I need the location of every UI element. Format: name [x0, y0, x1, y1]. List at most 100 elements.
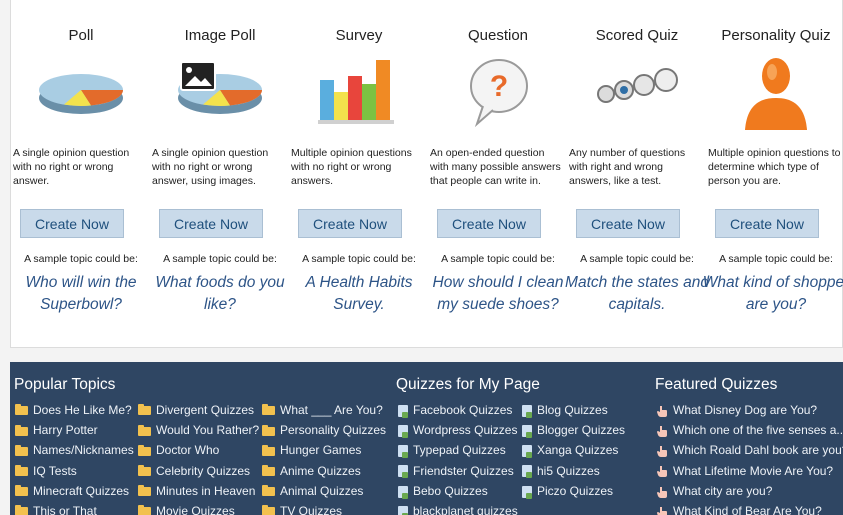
popular-topics-heading: Popular Topics	[14, 376, 116, 393]
sample-topic: What kind of shopper are you?	[702, 274, 843, 313]
create-now-button[interactable]: Create Now	[298, 209, 402, 238]
popular-topics-list: What ___ Are You? Personality Quizzes Hu…	[262, 400, 386, 515]
sample-label: A sample topic could be:	[163, 253, 277, 265]
list-item[interactable]: What Kind of Bear Are You?	[656, 501, 843, 515]
sample-label: A sample topic could be:	[441, 253, 555, 265]
sample-topic: Who will win the Superbowl?	[25, 274, 137, 313]
type-description: A single opinion question with no right …	[152, 147, 269, 187]
document-icon	[522, 465, 532, 479]
type-description: Multiple opinion questions to determine …	[708, 147, 841, 187]
list-item[interactable]: Piczo Quizzes	[522, 481, 625, 501]
list-item[interactable]: Would You Rather?	[138, 420, 259, 440]
type-title: Question	[467, 27, 529, 44]
document-icon	[398, 505, 408, 515]
folder-icon	[138, 424, 151, 436]
list-item[interactable]: Anime Quizzes	[262, 461, 386, 481]
list-item[interactable]: Typepad Quizzes	[398, 440, 518, 460]
list-item[interactable]: Minutes in Heaven	[138, 481, 259, 501]
pointing-hand-icon	[657, 446, 667, 458]
list-item[interactable]: Blog Quizzes	[522, 400, 625, 420]
popular-topics-list: Divergent Quizzes Would You Rather? Doct…	[138, 400, 259, 515]
sample-label: A sample topic could be:	[302, 253, 416, 265]
list-item[interactable]: hi5 Quizzes	[522, 461, 625, 481]
pie-chart-icon	[39, 74, 123, 114]
create-now-button[interactable]: Create Now	[159, 209, 263, 238]
sample-topic: What foods do you like?	[155, 274, 285, 313]
list-item[interactable]: Xanga Quizzes	[522, 440, 625, 460]
folder-icon	[262, 444, 275, 456]
folder-icon	[138, 444, 151, 456]
list-item[interactable]: Bebo Quizzes	[398, 481, 518, 501]
type-description: Multiple opinion questions with no right…	[291, 147, 412, 187]
document-icon	[398, 425, 408, 439]
list-item[interactable]: Personality Quizzes	[262, 420, 386, 440]
list-item[interactable]: Harry Potter	[15, 420, 134, 440]
image-pie-chart-icon	[178, 61, 262, 114]
folder-icon	[262, 424, 275, 436]
list-item[interactable]: Doctor Who	[138, 440, 259, 460]
document-icon	[522, 404, 532, 418]
list-item[interactable]: Names/Nicknames	[15, 440, 134, 460]
list-item[interactable]: blackplanet quizzes	[398, 501, 518, 515]
create-now-button[interactable]: Create Now	[576, 209, 680, 238]
pointing-hand-icon	[657, 405, 667, 417]
list-item[interactable]: Which one of the five senses a...	[656, 420, 843, 440]
document-icon	[398, 404, 408, 418]
list-item[interactable]: What Disney Dog are You?	[656, 400, 843, 420]
list-item[interactable]: This or That	[15, 501, 134, 515]
question-bubble-icon: ?	[470, 59, 528, 128]
pointing-hand-icon	[657, 426, 667, 438]
featured-quizzes-list: What Disney Dog are You? Which one of th…	[656, 400, 843, 515]
create-now-button[interactable]: Create Now	[437, 209, 541, 238]
type-title: Image Poll	[184, 27, 256, 44]
pointing-hand-icon	[657, 506, 667, 515]
list-item[interactable]: Blogger Quizzes	[522, 420, 625, 440]
list-item[interactable]: Which Roald Dahl book are you?	[656, 440, 843, 460]
my-page-list: Facebook Quizzes Wordpress Quizzes Typep…	[398, 400, 518, 515]
list-item[interactable]: What Lifetime Movie Are You?	[656, 461, 843, 481]
list-item[interactable]: What ___ Are You?	[262, 400, 386, 420]
sample-label: A sample topic could be:	[580, 253, 694, 265]
sample-label: A sample topic could be:	[24, 253, 138, 265]
create-now-button[interactable]: Create Now	[715, 209, 819, 238]
list-item[interactable]: Movie Quizzes	[138, 501, 259, 515]
sample-topic: A Health Habits Survey.	[305, 274, 413, 313]
sample-label: A sample topic could be:	[719, 253, 833, 265]
create-now-button[interactable]: Create Now	[20, 209, 124, 238]
folder-icon	[262, 485, 275, 497]
person-silhouette-icon	[745, 58, 807, 130]
type-description: A single opinion question with no right …	[13, 147, 130, 187]
featured-quizzes-heading: Featured Quizzes	[655, 376, 778, 393]
document-icon	[522, 425, 532, 439]
folder-icon	[262, 464, 275, 476]
list-item[interactable]: Facebook Quizzes	[398, 400, 518, 420]
type-title: Poll	[68, 27, 94, 44]
document-icon	[398, 465, 408, 479]
list-item[interactable]: Animal Quizzes	[262, 481, 386, 501]
list-item[interactable]: Minecraft Quizzes	[15, 481, 134, 501]
list-item[interactable]: Does He Like Me?	[15, 400, 134, 420]
list-item[interactable]: Divergent Quizzes	[138, 400, 259, 420]
document-icon	[522, 445, 532, 459]
list-item[interactable]: TV Quizzes	[262, 501, 386, 515]
list-item[interactable]: Celebrity Quizzes	[138, 461, 259, 481]
folder-icon	[15, 464, 28, 476]
list-item[interactable]: What city are you?	[656, 481, 843, 501]
list-item[interactable]: Wordpress Quizzes	[398, 420, 518, 440]
list-item[interactable]: Friendster Quizzes	[398, 461, 518, 481]
bar-chart-icon	[318, 60, 394, 124]
document-icon	[398, 445, 408, 459]
quizzes-for-my-page-heading: Quizzes for My Page	[396, 376, 540, 393]
quiz-types-panel: Poll A single opinion question with no r…	[10, 0, 843, 348]
folder-icon	[15, 444, 28, 456]
folder-icon	[262, 505, 275, 515]
document-icon	[522, 485, 532, 499]
list-item[interactable]: IQ Tests	[15, 461, 134, 481]
type-title: Survey	[335, 27, 383, 44]
folder-icon	[15, 404, 28, 416]
radio-buttons-icon	[597, 68, 678, 103]
type-description: Any number of questions with right and w…	[569, 147, 686, 187]
folder-icon	[138, 505, 151, 515]
sample-topic: Match the states and capitals.	[565, 274, 709, 313]
list-item[interactable]: Hunger Games	[262, 440, 386, 460]
